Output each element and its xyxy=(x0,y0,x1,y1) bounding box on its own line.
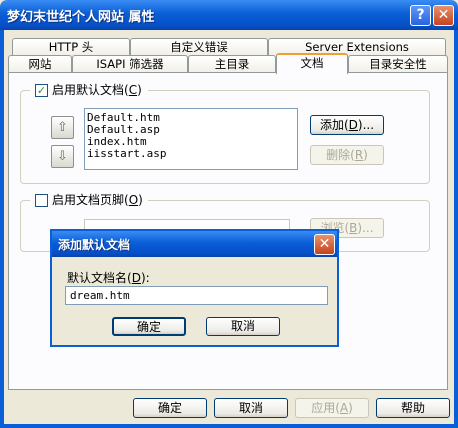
enable-document-footer-checkbox[interactable] xyxy=(35,194,48,207)
tab-directory-security[interactable]: 目录安全性 xyxy=(348,55,448,73)
default-document-name-input[interactable]: dream.htm xyxy=(65,286,328,305)
default-document-list[interactable]: Default.htm Default.asp index.htm iissta… xyxy=(84,108,298,170)
dialog-close-button[interactable]: ✕ xyxy=(314,234,335,255)
window-title: 梦幻末世纪个人网站 属性 xyxy=(7,10,155,25)
dialog-title: 添加默认文档 xyxy=(58,238,131,252)
question-icon: ? xyxy=(416,7,425,23)
apply-button[interactable]: 应用(A) xyxy=(295,398,369,418)
window-frame-left xyxy=(0,30,4,428)
window-frame-bottom xyxy=(0,424,458,428)
tab-isapi-filters[interactable]: ISAPI 筛选器 xyxy=(72,55,188,73)
close-icon: ✕ xyxy=(437,7,450,23)
checkmark-icon: ✓ xyxy=(36,84,47,97)
enable-default-document-checkbox[interactable]: ✓ xyxy=(35,84,48,97)
tab-custom-errors[interactable]: 自定义错误 xyxy=(130,38,268,56)
close-icon: ✕ xyxy=(318,236,331,252)
tab-http-headers[interactable]: HTTP 头 xyxy=(12,38,130,56)
move-down-button[interactable]: ⇩ xyxy=(51,145,74,168)
tab-documents[interactable]: 文档 xyxy=(276,53,348,74)
window-frame-right xyxy=(454,30,458,428)
arrow-down-icon: ⇩ xyxy=(57,149,68,164)
help-title-button[interactable]: ? xyxy=(410,5,431,26)
list-item[interactable]: iisstart.asp xyxy=(87,148,295,160)
dialog-cancel-button[interactable]: 取消 xyxy=(206,317,280,336)
add-default-document-dialog: 添加默认文档 ✕ 默认文档名(D): dream.htm 确定 取消 xyxy=(50,229,339,347)
default-document-name-label: 默认文档名(D): xyxy=(67,271,150,285)
ok-button[interactable]: 确定 xyxy=(133,398,207,418)
dialog-ok-button[interactable]: 确定 xyxy=(112,317,186,336)
close-window-button[interactable]: ✕ xyxy=(433,5,454,26)
enable-default-document-label[interactable]: 启用默认文档(C) xyxy=(52,82,142,98)
arrow-up-icon: ⇧ xyxy=(57,120,68,135)
remove-document-button[interactable]: 删除(R) xyxy=(310,145,384,165)
cancel-button[interactable]: 取消 xyxy=(214,398,288,418)
add-document-button[interactable]: 添加(D)... xyxy=(310,115,384,135)
enable-document-footer-label[interactable]: 启用文档页脚(O) xyxy=(52,192,143,208)
move-up-button[interactable]: ⇧ xyxy=(51,116,74,139)
help-button[interactable]: 帮助 xyxy=(376,398,450,418)
tab-website[interactable]: 网站 xyxy=(8,55,72,73)
tab-home-directory[interactable]: 主目录 xyxy=(188,55,276,73)
